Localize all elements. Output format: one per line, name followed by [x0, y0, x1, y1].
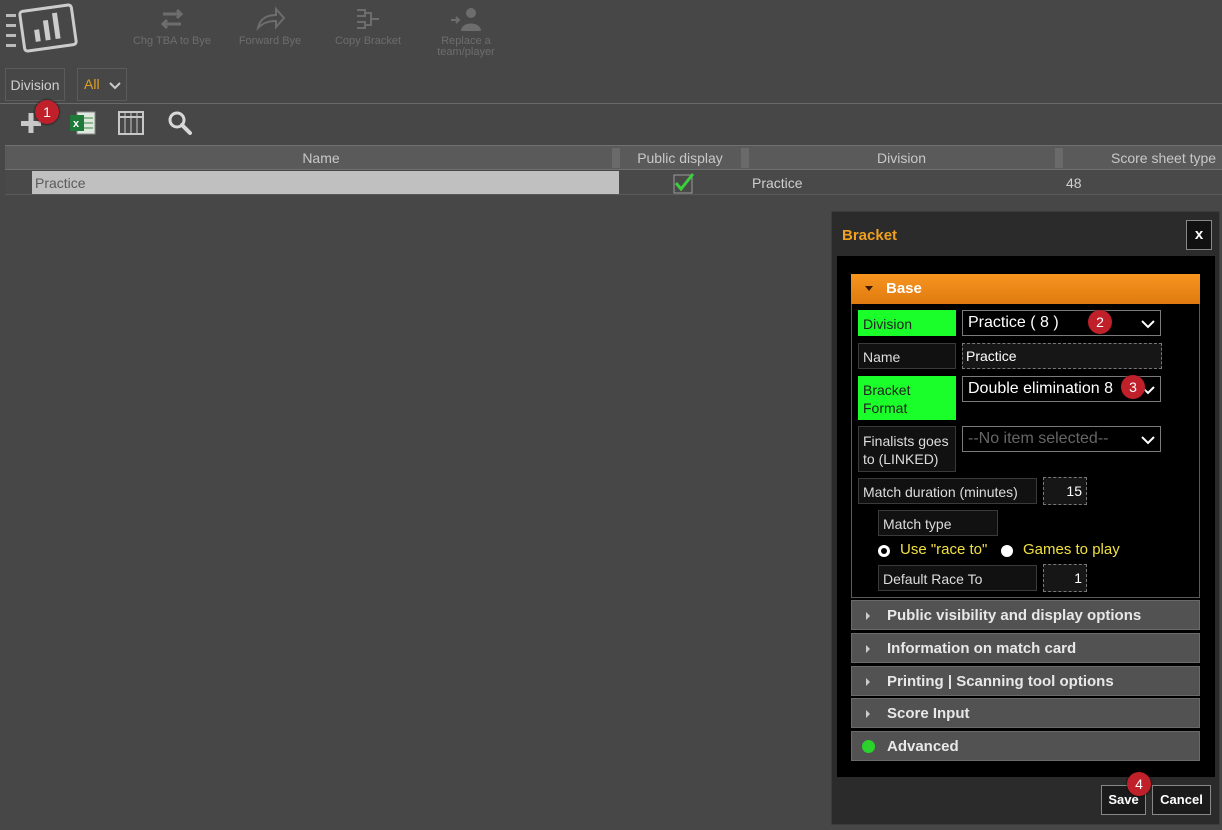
- chevron-down-icon: [1141, 436, 1155, 445]
- column-header-score-sheet-type[interactable]: Score sheet type: [1063, 146, 1222, 169]
- match-duration-label: Match duration (minutes): [858, 478, 1037, 504]
- table-header: Name Public display Division Score sheet…: [5, 145, 1222, 170]
- column-header-public-display[interactable]: Public display: [620, 146, 740, 169]
- games-to-play-option-label[interactable]: Games to play: [1023, 541, 1120, 558]
- section-label: Information on match card: [887, 640, 1077, 657]
- caret-right-icon: [866, 612, 870, 620]
- section-advanced[interactable]: Advanced: [851, 731, 1200, 761]
- replace-label-2: team/player: [437, 46, 495, 58]
- section-score-input[interactable]: Score Input: [851, 698, 1200, 728]
- dialog-body: Base Division Practice ( 8 ) Name Practi…: [837, 256, 1215, 777]
- cell-name[interactable]: Practice: [32, 171, 619, 194]
- cell-score-sheet-type[interactable]: 48: [1063, 171, 1222, 194]
- row-selector-header: [5, 146, 31, 169]
- step-badge-1: 1: [35, 100, 59, 124]
- dialog-title: Bracket: [842, 227, 898, 244]
- division-filter-label: Division: [5, 68, 65, 101]
- column-header-name[interactable]: Name: [31, 146, 611, 169]
- division-label: Division: [858, 310, 956, 336]
- checkmark-icon: [673, 173, 695, 194]
- race-to-option-label[interactable]: Use "race to": [900, 541, 987, 558]
- division-filter-select[interactable]: All: [77, 68, 127, 101]
- division-value: Practice ( 8 ): [968, 314, 1059, 331]
- columns-icon: [118, 111, 144, 135]
- division-filter-value: All: [84, 76, 100, 92]
- finalists-label: Finalists goes to (LINKED): [858, 426, 956, 472]
- export-excel-button[interactable]: x: [69, 110, 97, 136]
- bracket-icon: [357, 9, 379, 29]
- copy-bracket-label: Copy Bracket: [334, 35, 402, 47]
- columns-button[interactable]: [118, 110, 146, 136]
- column-resize-grip[interactable]: [1055, 148, 1063, 168]
- default-race-to-label: Default Race To: [878, 565, 1037, 591]
- forward-bye-label: Forward Bye: [238, 35, 302, 47]
- close-button[interactable]: x: [1186, 220, 1212, 250]
- name-label: Name: [858, 343, 956, 369]
- section-printing-scanning[interactable]: Printing | Scanning tool options: [851, 666, 1200, 696]
- table-row[interactable]: Practice Practice 48: [5, 171, 1222, 195]
- games-to-play-radio[interactable]: [1001, 545, 1013, 557]
- finalists-label-line1: Finalists goes: [863, 433, 949, 449]
- toolbar-divider: [0, 103, 1222, 104]
- copy-bracket-button[interactable]: Copy Bracket: [330, 6, 406, 47]
- bracket-dialog: Bracket x Base Division Practice ( 8 ) N…: [831, 211, 1220, 825]
- bracket-format-label: Bracket Format: [858, 376, 956, 420]
- forward-bye-button[interactable]: Forward Bye: [232, 6, 308, 47]
- match-duration-input[interactable]: 15: [1043, 477, 1087, 505]
- svg-text:x: x: [73, 118, 80, 130]
- caret-down-icon: [865, 286, 873, 291]
- division-select[interactable]: Practice ( 8 ): [962, 310, 1161, 336]
- caret-right-icon: [866, 645, 870, 653]
- menu-logo-icon[interactable]: [4, 2, 82, 58]
- replace-user-icon: [451, 8, 481, 31]
- caret-right-icon: [866, 678, 870, 686]
- row-selector[interactable]: [5, 171, 31, 194]
- step-badge-3: 3: [1121, 375, 1145, 399]
- section-base-label: Base: [886, 280, 922, 297]
- bracket-format-value: Double elimination 8: [968, 380, 1113, 397]
- race-to-radio[interactable]: [878, 545, 890, 557]
- chg-tba-label: Chg TBA to Bye: [132, 35, 212, 47]
- name-input[interactable]: Practice: [962, 343, 1162, 369]
- search-icon: [168, 111, 192, 135]
- base-panel: Division Practice ( 8 ) Name Practice Br…: [851, 304, 1200, 598]
- default-race-to-input[interactable]: 1: [1043, 564, 1087, 592]
- finalists-placeholder: --No item selected--: [968, 430, 1109, 447]
- match-type-label: Match type: [878, 510, 998, 536]
- section-label: Advanced: [887, 738, 959, 755]
- section-base-header[interactable]: Base: [851, 274, 1200, 304]
- cell-division[interactable]: Practice: [749, 171, 1063, 194]
- excel-icon: x: [70, 111, 96, 135]
- search-button[interactable]: [167, 110, 195, 136]
- replace-team-player-button[interactable]: Replace a team/player: [428, 6, 504, 58]
- section-label: Score Input: [887, 705, 970, 722]
- column-resize-grip[interactable]: [612, 148, 620, 168]
- chevron-down-icon: [1141, 320, 1155, 329]
- section-public-visibility[interactable]: Public visibility and display options: [851, 600, 1200, 630]
- bracket-format-label-line1: Bracket: [863, 382, 911, 398]
- chevron-down-icon: [109, 82, 121, 90]
- cell-public-display[interactable]: [620, 171, 748, 194]
- section-match-card-info[interactable]: Information on match card: [851, 633, 1200, 663]
- status-dot-icon: [862, 740, 875, 753]
- chg-tba-to-bye-button[interactable]: Chg TBA to Bye: [128, 6, 216, 47]
- cancel-button[interactable]: Cancel: [1152, 785, 1211, 815]
- step-badge-4: 4: [1127, 772, 1151, 796]
- bracket-format-label-line2: Format: [863, 400, 908, 416]
- section-label: Public visibility and display options: [887, 607, 1142, 624]
- caret-right-icon: [866, 710, 870, 718]
- forward-arrow-icon: [256, 6, 286, 32]
- step-badge-2: 2: [1088, 310, 1112, 334]
- finalists-label-line2: to (LINKED): [863, 451, 939, 467]
- section-label: Printing | Scanning tool options: [887, 673, 1114, 690]
- column-resize-grip[interactable]: [741, 148, 749, 168]
- finalists-select[interactable]: --No item selected--: [962, 426, 1161, 452]
- swap-icon: [160, 8, 184, 30]
- top-toolbar: Chg TBA to Bye Forward Bye Copy Bracket …: [0, 0, 1222, 66]
- column-header-division[interactable]: Division: [749, 146, 1054, 169]
